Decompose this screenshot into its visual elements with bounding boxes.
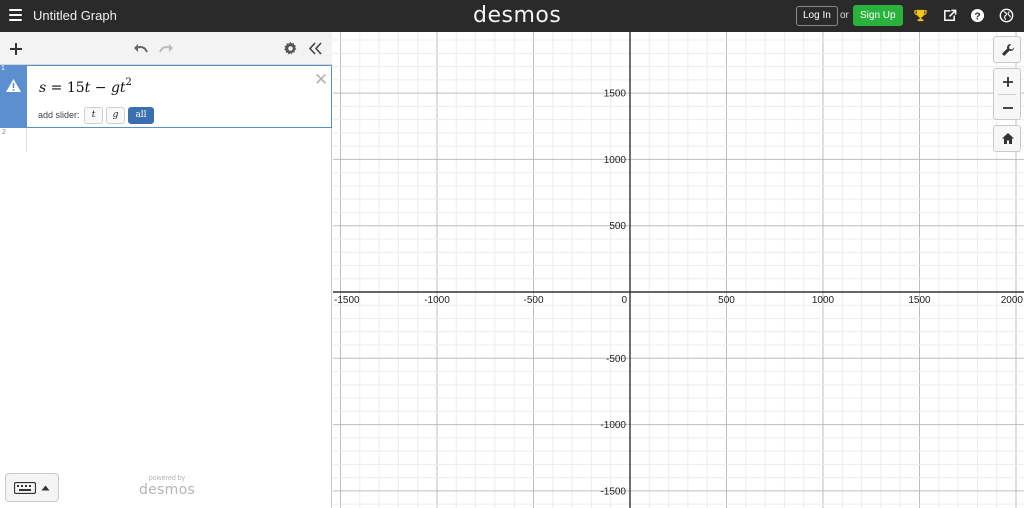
wrench-icon [1002, 44, 1014, 56]
x-tick-label: -500 [523, 295, 543, 306]
math-lhs: s [39, 80, 47, 96]
math-coefficient: 15 [66, 80, 85, 96]
powered-by-text: powered by [148, 475, 186, 482]
math-exponent: 2 [125, 77, 132, 88]
home-icon [1002, 133, 1014, 144]
zoom-controls [993, 68, 1021, 120]
slider-button-all[interactable]: all [128, 107, 154, 124]
slider-button-t[interactable]: t [84, 107, 103, 124]
menu-icon[interactable] [9, 9, 22, 23]
language-icon[interactable] [999, 8, 1014, 23]
graph-grid[interactable]: -1500 -1000 -500 0 500 1000 1500 2000 1500 1000 50… [333, 32, 1024, 508]
math-minus: − [94, 80, 107, 96]
expression-gutter: 2 [0, 128, 27, 152]
trophy-icon[interactable] [913, 8, 928, 23]
zoom-in-icon[interactable] [1002, 76, 1014, 88]
redo-icon[interactable] [158, 42, 175, 54]
y-tick-label: 1500 [604, 89, 627, 100]
add-icon[interactable] [9, 42, 23, 56]
math-equals: = [50, 80, 63, 96]
zoom-out-icon[interactable] [1002, 102, 1014, 114]
expression-row-1[interactable]: 1 s = 15t − gt2 ✕ add slider: t g all [0, 65, 332, 128]
warning-icon[interactable] [5, 78, 22, 93]
x-tick-label: 0 [621, 295, 627, 306]
or-text: or [840, 10, 849, 21]
expression-toolbar [0, 32, 332, 65]
y-tick-label: 500 [609, 221, 626, 232]
expression-index: 2 [2, 129, 6, 136]
svg-text:?: ? [974, 11, 980, 22]
signup-button[interactable]: Sign Up [853, 5, 903, 26]
login-button[interactable]: Log In [796, 6, 838, 26]
keyboard-icon [14, 482, 36, 494]
caret-up-icon [41, 485, 50, 491]
y-tick-label: -500 [606, 354, 626, 365]
x-tick-label: 2000 [1001, 295, 1024, 306]
collapse-icon[interactable] [308, 41, 323, 56]
powered-by-logo: desmos [138, 482, 196, 498]
zoom-divider [998, 94, 1016, 95]
graph-title[interactable]: Untitled Graph [33, 8, 117, 23]
expression-row-2[interactable]: 2 [0, 128, 332, 152]
expression-panel: 1 s = 15t − gt2 ✕ add slider: t g all 2 … [0, 32, 332, 508]
graph-settings-button[interactable] [993, 36, 1021, 63]
help-icon[interactable]: ? [970, 8, 985, 23]
x-tick-label: 500 [718, 295, 735, 306]
slider-button-g[interactable]: g [106, 107, 125, 124]
math-var-t: t [84, 80, 91, 96]
y-tick-label: -1000 [600, 420, 626, 431]
default-viewport-button[interactable] [993, 125, 1021, 152]
delete-expression-icon[interactable]: ✕ [314, 70, 328, 90]
expression-index: 1 [1, 65, 5, 72]
graph-paper[interactable]: -1500 -1000 -500 0 500 1000 1500 2000 1500 1000 50… [333, 32, 1024, 508]
desmos-logo: desmos [473, 3, 562, 28]
x-tick-label: 1500 [908, 295, 931, 306]
top-bar: Untitled Graph desmos Log In or Sign Up … [0, 0, 1024, 32]
undo-icon[interactable] [132, 42, 149, 54]
share-icon[interactable] [942, 8, 957, 23]
keypad-toggle-button[interactable] [5, 473, 59, 502]
expression-math[interactable]: s = 15t − gt2 [39, 77, 132, 96]
math-var-gt: gt [110, 80, 126, 96]
settings-icon[interactable] [283, 41, 298, 56]
powered-by-desmos[interactable]: powered by desmos [137, 475, 197, 498]
desmos-app: Untitled Graph desmos Log In or Sign Up … [0, 0, 1024, 508]
add-slider-label: add slider: [38, 110, 80, 120]
y-tick-label: 1000 [604, 155, 627, 166]
x-tick-label: -1500 [334, 295, 360, 306]
x-tick-label: 1000 [812, 295, 835, 306]
y-tick-label: -1500 [600, 486, 626, 497]
x-tick-label: -1000 [424, 295, 450, 306]
expression-gutter: 1 [0, 65, 27, 128]
